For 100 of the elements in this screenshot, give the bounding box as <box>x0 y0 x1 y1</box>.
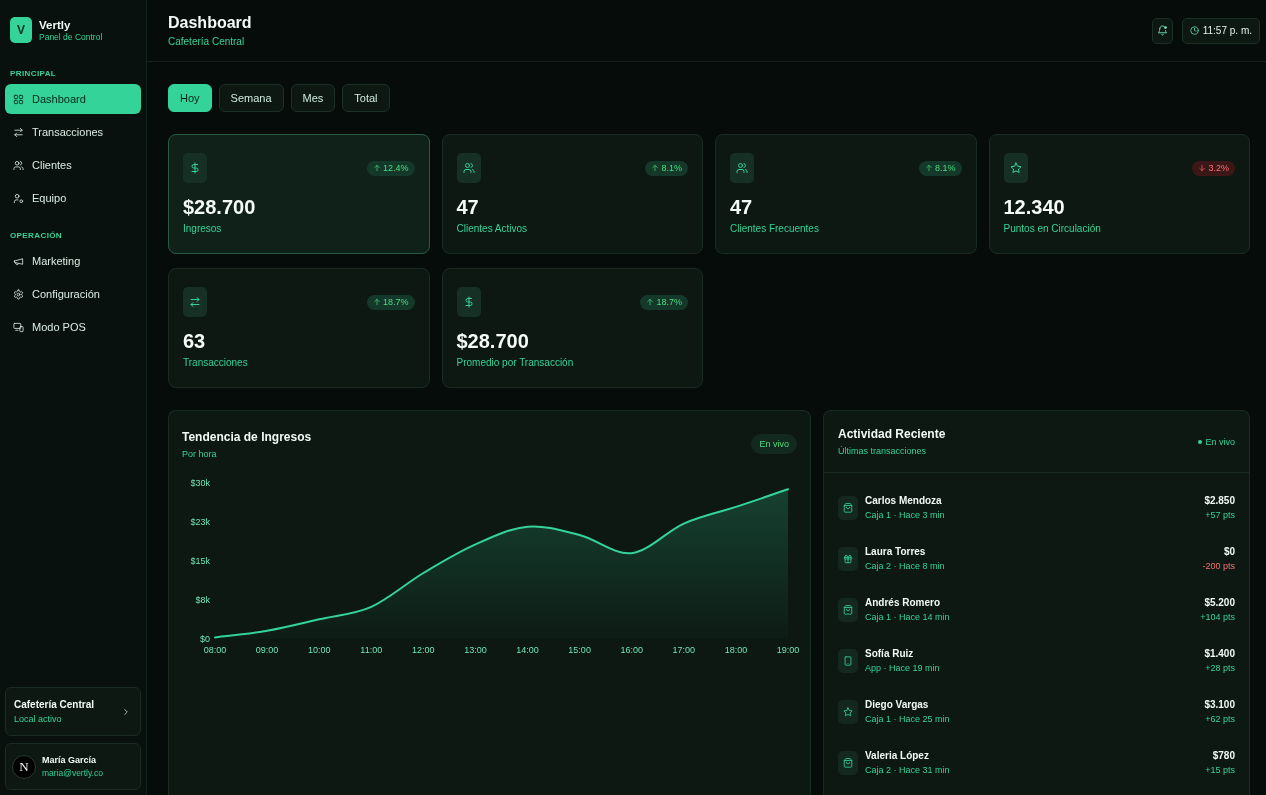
change-percentage: 18.7% <box>656 297 682 307</box>
stat-value: 12.340 <box>1003 195 1066 219</box>
period-tab[interactable]: Hoy <box>168 84 212 112</box>
shopping-bag-icon <box>838 597 858 622</box>
customer-name: Carlos Mendoza <box>865 495 943 506</box>
phone-icon <box>838 648 858 673</box>
stat-label: Transacciones <box>183 357 249 368</box>
y-axis-label: $15k <box>190 556 210 566</box>
stat-label: Ingresos <box>183 223 223 234</box>
nav-item[interactable]: Clientes <box>5 150 141 180</box>
avatar: N <box>12 754 36 779</box>
dollar-icon <box>183 153 207 183</box>
clock-icon <box>1189 26 1199 35</box>
shopping-bag-icon <box>838 750 858 775</box>
stat-value: 47 <box>730 195 754 219</box>
period-tab[interactable]: Semana <box>218 84 284 112</box>
change-percentage: 8.1% <box>661 163 682 173</box>
x-axis-label: 14:00 <box>516 645 539 655</box>
bell-icon <box>1156 25 1168 36</box>
notifications-button[interactable] <box>1151 17 1173 44</box>
transaction-detail: Caja 1 · Hace 14 min <box>865 612 951 622</box>
y-axis-label: $23k <box>190 517 210 527</box>
activity-subtitle: Últimas transacciones <box>838 445 928 457</box>
gift-icon <box>838 546 858 571</box>
brand-subtitle: Panel de Control <box>39 31 103 43</box>
nav-item[interactable]: Modo POS <box>5 312 141 342</box>
store-selector[interactable]: Cafetería Central Local activo <box>5 687 141 736</box>
transaction-detail: App · Hace 19 min <box>865 663 941 673</box>
x-axis-label: 16:00 <box>620 645 643 655</box>
arrow-down-icon <box>1198 164 1207 172</box>
nav-item[interactable]: Configuración <box>5 279 141 309</box>
user-name: María García <box>42 755 98 765</box>
x-axis-label: 18:00 <box>724 645 748 655</box>
live-badge: En vivo <box>751 434 797 454</box>
period-tab[interactable]: Mes <box>290 84 336 112</box>
customer-name: Laura Torres <box>865 546 927 557</box>
x-axis-label: 13:00 <box>464 645 487 655</box>
transaction-amount: $1.400 <box>1204 648 1235 659</box>
points-change: -200 pts <box>1202 561 1235 571</box>
user-icon <box>13 192 24 204</box>
page-title: Dashboard <box>168 14 252 32</box>
period-tab[interactable]: Total <box>342 84 390 112</box>
nav-item[interactable]: Marketing <box>5 246 141 276</box>
shopping-bag-icon <box>838 495 858 520</box>
change-percentage: 12.4% <box>382 163 409 173</box>
megaphone-icon <box>13 255 24 267</box>
transaction-amount: $2.850 <box>1204 495 1235 506</box>
change-percentage: 3.2% <box>1208 163 1229 173</box>
customer-name: Sofía Ruiz <box>865 648 915 659</box>
live-label: En vivo <box>1205 436 1235 447</box>
arrow-up-icon <box>372 164 381 172</box>
stat-value: 47 <box>456 195 480 219</box>
points-change: +104 pts <box>1200 612 1235 622</box>
change-percentage: 8.1% <box>935 163 956 173</box>
nav-item[interactable]: Dashboard <box>5 84 141 114</box>
section-title: OPERACIÓN <box>10 231 64 240</box>
swap-arrows-icon <box>183 287 207 317</box>
swap-arrows-icon <box>13 126 24 138</box>
arrow-up-icon <box>651 164 660 172</box>
points-change: +62 pts <box>1204 714 1235 724</box>
logo: V <box>10 17 32 43</box>
users-icon <box>13 159 24 171</box>
user-email: maria@vertly.co <box>42 768 103 778</box>
transaction-detail: Caja 1 · Hace 25 min <box>865 714 951 724</box>
x-axis-label: 17:00 <box>672 645 696 655</box>
users-icon <box>730 153 754 183</box>
nav-item[interactable]: Transacciones <box>5 117 141 147</box>
devices-icon <box>13 321 24 333</box>
customer-name: Andrés Romero <box>865 597 941 608</box>
dollar-icon <box>456 287 481 317</box>
x-axis-label: 11:00 <box>360 645 383 655</box>
stat-label: Clientes Frecuentes <box>730 223 820 234</box>
page-subtitle: Cafetería Central <box>168 36 246 47</box>
arrow-up-icon <box>372 298 381 306</box>
transaction-detail: Caja 2 · Hace 31 min <box>865 765 951 775</box>
stat-value: 63 <box>183 329 207 353</box>
x-axis-label: 08:00 <box>203 645 227 655</box>
y-axis-label: $30k <box>190 478 210 488</box>
transaction-amount: $3.100 <box>1204 699 1235 710</box>
y-axis-label: $0 <box>200 634 210 644</box>
section-title: PRINCIPAL <box>10 69 58 78</box>
chart-title: Tendencia de Ingresos <box>182 430 312 444</box>
nav-item[interactable]: Equipo <box>5 183 141 213</box>
y-axis-label: $8k <box>195 595 210 605</box>
change-percentage: 18.7% <box>382 297 409 307</box>
stat-value: $28.700 <box>183 195 257 219</box>
customer-name: Diego Vargas <box>865 699 930 710</box>
transaction-amount: $780 <box>1211 750 1235 761</box>
activity-title: Actividad Reciente <box>838 426 946 441</box>
time-text: 11:57 p. m. <box>1202 25 1252 36</box>
stat-value: $28.700 <box>456 329 530 353</box>
x-axis-label: 15:00 <box>568 645 591 655</box>
settings-icon <box>13 288 24 300</box>
customer-name: Valeria López <box>865 750 930 761</box>
stat-label: Clientes Activos <box>456 223 529 234</box>
points-change: +15 pts <box>1205 765 1235 775</box>
transaction-amount: $0 <box>1222 546 1235 557</box>
brand-name: Vertly <box>39 17 72 32</box>
stat-label: Promedio por Transacción <box>456 357 575 368</box>
users-icon <box>456 153 481 183</box>
